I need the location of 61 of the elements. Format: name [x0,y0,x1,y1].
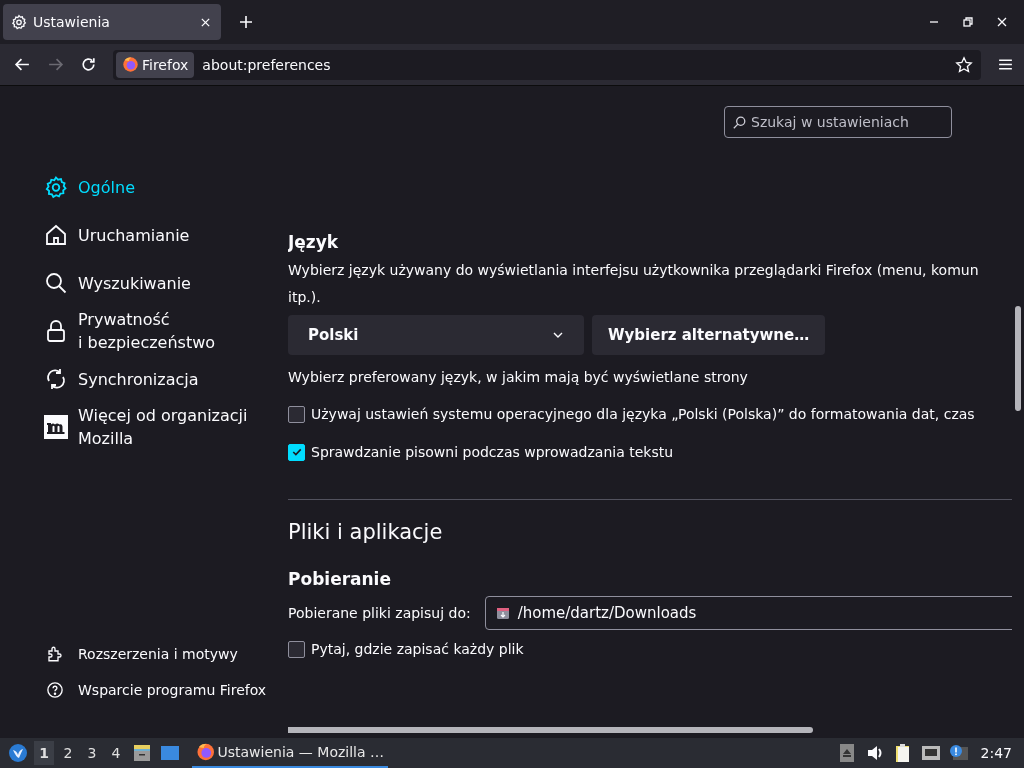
back-icon[interactable] [14,56,31,73]
puzzle-icon [46,645,64,663]
sidebar-item[interactable]: Synchronizacja [44,355,288,403]
file-cabinet-icon[interactable] [132,743,152,763]
close-icon[interactable] [996,16,1008,28]
description-text: itp.). [288,288,322,307]
sidebar-item[interactable]: Uruchamianie [44,211,288,259]
section-heading: Pobieranie [288,568,392,590]
workspace-button[interactable]: 2 [58,741,78,765]
desktop-icon[interactable] [160,743,180,763]
url-text: about:preferences [202,56,331,73]
search-icon [733,115,746,129]
description-text: Wybierz język używany do wyświetlania interfejsu użytkownika przeglądarki Firefox (menu, komun [288,261,980,280]
search-icon [44,271,68,295]
checkmark-icon [290,446,303,458]
sidebar-link[interactable]: Wsparcie programu Firefox [44,678,288,702]
taskbar-window-button[interactable]: Ustawienia — Mozilla … [192,738,388,768]
checkbox-label: Używaj ustawień systemu operacyjnego dla języka „Polski (Polska)” do formatowania dat, czas [311,406,975,422]
network-icon[interactable] [920,743,941,763]
sidebar-item[interactable]: Więcej od organizacji Mozilla [44,403,288,451]
workspace-button[interactable]: 3 [82,741,102,765]
identity-button[interactable]: Firefox [116,51,195,78]
field-label: Pobierane pliki zapisuj do: [288,605,471,621]
restore-icon[interactable] [962,16,974,28]
star-icon[interactable] [955,55,973,74]
folder-download-icon [495,606,510,620]
checkbox[interactable] [288,443,305,461]
scrollbar-thumb[interactable] [288,727,813,733]
settings-icon [11,14,27,30]
checkbox-label: Pytaj, gdzie zapisać każdy plik [311,641,524,657]
help-icon [46,681,64,699]
notification-icon[interactable] [948,743,969,763]
tab-title: Ustawienia [33,14,111,30]
preference-text: Wybierz preferowany język, w jakim mają być wyświetlane strony [288,369,749,385]
scrollbar-thumb[interactable] [1015,306,1021,411]
sidebar-item[interactable]: Wyszukiwanie [44,259,288,307]
sidebar-item[interactable]: Prywatność i bezpieczeństwo [44,307,288,355]
sidebar-item[interactable]: Ogólne [44,163,288,211]
download-folder-field[interactable]: /home/dartz/Downloads [484,596,1012,630]
checkbox-label: Sprawdzanie pisowni podczas wprowadzania tekstu [311,444,674,460]
language-dropdown[interactable]: Polski [288,315,584,355]
clock: 2:47 [980,745,1012,761]
category-heading: Pliki i aplikacje [288,519,444,546]
sync-icon [44,367,68,391]
checkbox[interactable] [288,640,305,658]
sidebar-link[interactable]: Rozszerzenia i motywy [44,642,288,666]
close-icon[interactable] [200,16,211,28]
workspace-button[interactable]: 4 [106,741,126,765]
new-tab-icon[interactable] [239,15,253,29]
settings-icon [44,175,68,199]
search-field[interactable]: Szukaj w ustawieniach [724,105,952,138]
checkbox[interactable] [288,405,305,423]
home-icon [44,223,68,247]
menu-icon[interactable] [997,56,1014,73]
reload-icon[interactable] [80,56,97,73]
letter-m-icon [44,415,68,439]
choose-alternatives-button[interactable]: Wybierz alternatywne… [592,315,826,355]
workspace-button[interactable]: 1 [34,741,54,765]
browser-tab[interactable]: Ustawienia [3,4,221,40]
lock-icon [44,319,68,343]
address-bar[interactable]: Firefox about:preferences [113,49,981,80]
